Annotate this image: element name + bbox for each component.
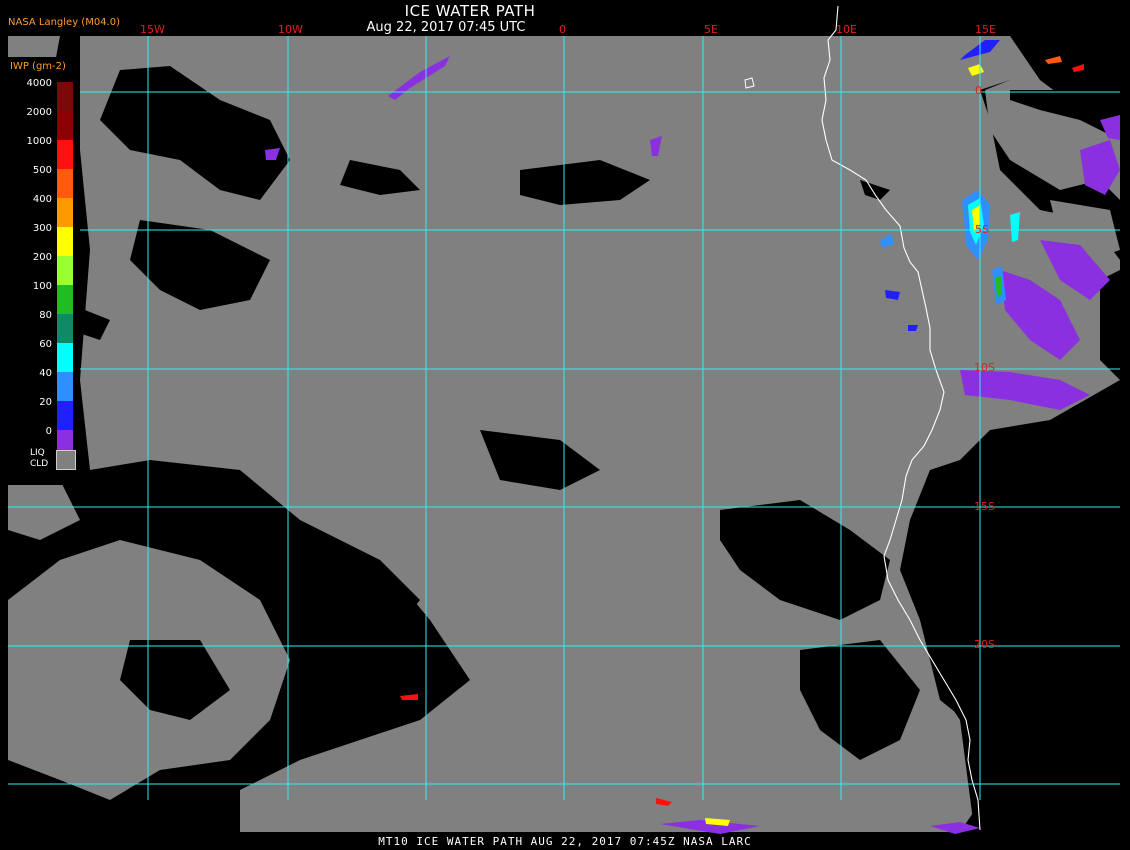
legend-value: 0 (45, 426, 52, 437)
longitude-label: 15E (975, 23, 996, 36)
map-viewer: ICE WATER PATH Aug 22, 2017 07:45 UTC NA… (0, 0, 1130, 850)
longitude-label: 0 (559, 23, 566, 36)
legend-value: 60 (39, 339, 52, 350)
color-legend: IWP (gm-2) 4000 2000 1000 500 400 300 200 100 80… (0, 57, 80, 485)
latitude-label: 15S (974, 500, 995, 513)
legend-swatch (57, 343, 73, 372)
longitude-label: 10E (836, 23, 857, 36)
liquid-cloud-label: LIQ CLD (30, 448, 48, 470)
latitude-label: 20S (974, 638, 995, 651)
legend-value: 4000 (26, 78, 52, 89)
legend-value: 500 (32, 165, 52, 176)
liquid-cloud-swatch (56, 450, 76, 470)
legend-swatch (57, 401, 73, 430)
legend-value: 20 (39, 397, 52, 408)
map-title: ICE WATER PATH (404, 2, 536, 20)
satellite-map (8, 5, 1120, 836)
liquid-cloud-label-line2: CLD (30, 459, 49, 469)
legend-value: 300 (32, 223, 52, 234)
longitude-label: 10W (278, 23, 303, 36)
latitude-label: 5S (975, 223, 989, 236)
legend-swatch (57, 372, 73, 401)
legend-swatch (57, 227, 73, 256)
legend-swatch (57, 140, 73, 169)
legend-swatch (57, 314, 73, 343)
legend-swatch (57, 285, 73, 314)
legend-swatch (57, 111, 73, 140)
legend-swatch (57, 198, 73, 227)
footer-caption: MT10 ICE WATER PATH AUG 22, 2017 07:45Z … (378, 835, 752, 848)
map-timestamp: Aug 22, 2017 07:45 UTC (366, 20, 526, 35)
legend-swatch (57, 169, 73, 198)
longitude-label: 15W (140, 23, 165, 36)
legend-value: 1000 (26, 136, 52, 147)
legend-swatch (57, 256, 73, 285)
legend-value: 400 (32, 194, 52, 205)
legend-value: 40 (39, 368, 52, 379)
legend-value: 80 (39, 310, 52, 321)
legend-swatch (57, 82, 73, 111)
latitude-label: 10S (974, 361, 995, 374)
legend-value: 200 (32, 252, 52, 263)
legend-title: IWP (gm-2) (10, 61, 66, 72)
agency-label: NASA Langley (M04.0) (8, 17, 120, 28)
legend-value: 2000 (26, 107, 52, 118)
longitude-label: 5E (704, 23, 718, 36)
legend-value: 100 (32, 281, 52, 292)
liquid-cloud-label-line1: LIQ (30, 448, 45, 458)
latitude-label: 0 (975, 84, 982, 97)
